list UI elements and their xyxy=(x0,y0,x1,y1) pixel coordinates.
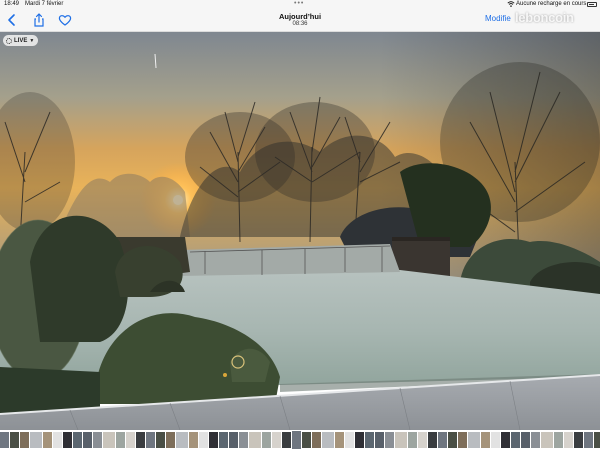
filmstrip-thumbnail[interactable] xyxy=(239,432,248,448)
filmstrip-thumbnail[interactable] xyxy=(541,432,553,448)
filmstrip-thumbnail[interactable] xyxy=(322,432,334,448)
filmstrip-thumbnail[interactable] xyxy=(468,432,480,448)
filmstrip-thumbnail[interactable] xyxy=(146,432,155,448)
photo-filmstrip[interactable] xyxy=(0,430,600,450)
filmstrip-thumbnail[interactable] xyxy=(262,432,271,448)
status-date: Mardi 7 février xyxy=(25,1,64,7)
filmstrip-thumbnail[interactable] xyxy=(199,432,208,448)
filmstrip-thumbnail[interactable] xyxy=(10,432,19,448)
filmstrip-thumbnail[interactable] xyxy=(594,432,600,448)
filmstrip-thumbnail[interactable] xyxy=(531,432,540,448)
filmstrip-thumbnail[interactable] xyxy=(365,432,374,448)
filmstrip-thumbnail[interactable] xyxy=(0,432,9,448)
filmstrip-thumbnail[interactable] xyxy=(209,432,218,448)
filmstrip-thumbnail[interactable] xyxy=(574,432,583,448)
photo-toolbar: Aujourd’hui 08:36 Modifie leboncoin xyxy=(0,9,600,32)
live-photo-badge[interactable]: LIVE ▼ xyxy=(3,35,39,46)
chevron-left-icon[interactable] xyxy=(5,13,19,27)
filmstrip-thumbnail[interactable] xyxy=(355,432,364,448)
filmstrip-thumbnail[interactable] xyxy=(249,432,261,448)
filmstrip-thumbnail[interactable] xyxy=(458,432,467,448)
watermark: leboncoin xyxy=(515,10,574,25)
filmstrip-thumbnail[interactable] xyxy=(176,432,188,448)
filmstrip-thumbnail[interactable] xyxy=(511,432,520,448)
filmstrip-thumbnail[interactable] xyxy=(408,432,417,448)
live-photo-icon xyxy=(6,37,12,44)
filmstrip-thumbnail[interactable] xyxy=(428,432,437,448)
filmstrip-thumbnail[interactable] xyxy=(219,432,228,448)
filmstrip-thumbnail[interactable] xyxy=(438,432,447,448)
status-time: 18:49 xyxy=(4,1,20,7)
filmstrip-thumbnail[interactable] xyxy=(312,432,321,448)
charging-status: Aucune recharge en cours xyxy=(516,1,587,7)
photo-time: 08:36 xyxy=(292,21,308,27)
edit-button[interactable]: Modifie xyxy=(485,14,511,23)
filmstrip-thumbnail[interactable] xyxy=(282,432,291,448)
status-bar: 18:49 Mardi 7 février ••• Aucune recharg… xyxy=(0,0,600,9)
filmstrip-thumbnail[interactable] xyxy=(564,432,573,448)
share-icon[interactable] xyxy=(32,13,46,27)
filmstrip-thumbnail[interactable] xyxy=(103,432,115,448)
page-title: Aujourd’hui xyxy=(278,12,322,21)
filmstrip-thumbnail[interactable] xyxy=(335,432,344,448)
filmstrip-thumbnail[interactable] xyxy=(20,432,29,448)
filmstrip-thumbnail[interactable] xyxy=(73,432,82,448)
filmstrip-thumbnail[interactable] xyxy=(116,432,125,448)
filmstrip-thumbnail[interactable] xyxy=(93,432,102,448)
filmstrip-thumbnail[interactable] xyxy=(554,432,563,448)
filmstrip-thumbnail[interactable] xyxy=(418,432,427,448)
filmstrip-thumbnail[interactable] xyxy=(126,432,135,448)
filmstrip-thumbnail[interactable] xyxy=(521,432,530,448)
heart-icon[interactable] xyxy=(58,13,72,27)
filmstrip-thumbnail[interactable] xyxy=(501,432,510,448)
filmstrip-thumbnail[interactable] xyxy=(448,432,457,448)
wifi-icon xyxy=(507,1,515,7)
filmstrip-thumbnail[interactable] xyxy=(30,432,42,448)
filmstrip-thumbnail[interactable] xyxy=(189,432,198,448)
filmstrip-thumbnail[interactable] xyxy=(156,432,165,448)
filmstrip-thumbnail[interactable] xyxy=(375,432,384,448)
filmstrip-thumbnail[interactable] xyxy=(584,432,593,448)
filmstrip-thumbnail[interactable] xyxy=(43,432,52,448)
garden-sunrise-photo xyxy=(0,32,600,430)
filmstrip-thumbnail[interactable] xyxy=(395,432,407,448)
filmstrip-thumbnail[interactable] xyxy=(491,432,500,448)
filmstrip-thumbnail[interactable] xyxy=(136,432,145,448)
filmstrip-thumbnail[interactable] xyxy=(83,432,92,448)
live-label: LIVE xyxy=(14,37,28,44)
filmstrip-thumbnail[interactable] xyxy=(229,432,238,448)
filmstrip-thumbnail[interactable] xyxy=(385,432,394,448)
filmstrip-thumbnail[interactable] xyxy=(345,432,354,448)
filmstrip-thumbnail[interactable] xyxy=(63,432,72,448)
photo-viewer[interactable] xyxy=(0,32,600,430)
filmstrip-thumbnail[interactable] xyxy=(481,432,490,448)
multitasking-dots-icon[interactable]: ••• xyxy=(294,0,304,7)
filmstrip-thumbnail[interactable] xyxy=(53,432,62,448)
battery-icon xyxy=(587,2,597,7)
filmstrip-thumbnail[interactable] xyxy=(291,430,302,450)
filmstrip-thumbnail[interactable] xyxy=(302,432,311,448)
chevron-down-icon: ▼ xyxy=(29,37,35,44)
filmstrip-thumbnail[interactable] xyxy=(272,432,281,448)
filmstrip-thumbnail[interactable] xyxy=(166,432,175,448)
